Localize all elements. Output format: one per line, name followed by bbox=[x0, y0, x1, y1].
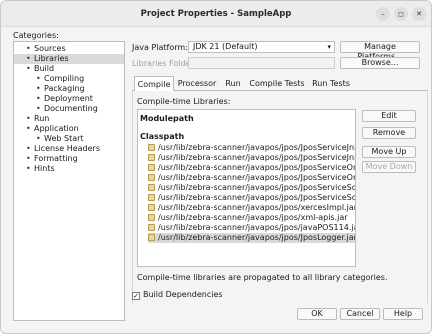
list-item[interactable]: /usr/lib/zebra-scanner/javapos/jpos/Jpos… bbox=[148, 193, 355, 203]
tab-bar: Compile Processor Run Compile Tests Run … bbox=[132, 76, 428, 92]
libraries-folder-label: Libraries Folder: bbox=[132, 59, 197, 68]
minimize-icon[interactable]: – bbox=[376, 7, 390, 21]
tree-item-packaging[interactable]: • Packaging bbox=[36, 84, 85, 94]
ok-button[interactable]: OK bbox=[297, 308, 337, 320]
tab-run[interactable]: Run bbox=[220, 76, 246, 91]
list-item[interactable]: /usr/lib/zebra-scanner/javapos/jpos/Jpos… bbox=[148, 173, 355, 183]
tree-bullet-icon: • bbox=[26, 44, 31, 53]
classpath-header: Classpath bbox=[140, 132, 185, 141]
compile-libraries-list[interactable]: Modulepath Classpath /usr/lib/zebra-scan… bbox=[137, 109, 356, 267]
tree-bullet-icon: • bbox=[36, 134, 41, 143]
tab-compile[interactable]: Compile bbox=[134, 76, 174, 92]
jar-file-icon bbox=[148, 194, 155, 201]
tab-run-tests[interactable]: Run Tests bbox=[308, 76, 354, 91]
tree-item-build[interactable]: • Build bbox=[26, 64, 54, 74]
tree-bullet-icon: • bbox=[26, 64, 31, 73]
tree-bullet-icon: • bbox=[36, 84, 41, 93]
tree-bullet-icon: • bbox=[36, 74, 41, 83]
jar-file-icon bbox=[148, 164, 155, 171]
tree-bullet-icon: • bbox=[26, 114, 31, 123]
cancel-button[interactable]: Cancel bbox=[340, 308, 380, 320]
tab-compile-tests[interactable]: Compile Tests bbox=[248, 76, 306, 91]
categories-tree[interactable]: • Sources • Libraries • Build • Compiling • P… bbox=[13, 41, 125, 321]
maximize-icon[interactable]: ◻ bbox=[394, 7, 408, 21]
jar-file-icon bbox=[148, 224, 155, 231]
tree-item-deployment[interactable]: • Deployment bbox=[36, 94, 93, 104]
list-item-selected[interactable]: /usr/lib/zebra-scanner/javapos/jpos/Jpos… bbox=[148, 233, 355, 243]
help-button[interactable]: Help bbox=[383, 308, 423, 320]
tree-item-license-headers[interactable]: • License Headers bbox=[26, 144, 100, 154]
window-title: Project Properties - SampleApp bbox=[140, 9, 292, 19]
tree-bullet-icon: • bbox=[26, 164, 31, 173]
jar-file-icon bbox=[148, 144, 155, 151]
list-item[interactable]: /usr/lib/zebra-scanner/javapos/jpos/xerc… bbox=[148, 203, 355, 213]
tree-bullet-icon: • bbox=[26, 124, 31, 133]
tree-bullet-icon: • bbox=[36, 104, 41, 113]
close-icon[interactable]: ✕ bbox=[412, 7, 426, 21]
tree-item-hints[interactable]: • Hints bbox=[26, 164, 55, 174]
build-dependencies-row[interactable]: ✓ Build Dependencies bbox=[132, 290, 223, 300]
tree-bullet-icon: • bbox=[26, 144, 31, 153]
list-item[interactable]: /usr/lib/zebra-scanner/javapos/jpos/Jpos… bbox=[148, 183, 355, 193]
project-properties-dialog: Project Properties - SampleApp – ◻ ✕ Cat… bbox=[0, 0, 432, 334]
jar-file-icon bbox=[148, 174, 155, 181]
tree-item-compiling[interactable]: • Compiling bbox=[36, 74, 84, 84]
list-item[interactable]: /usr/lib/zebra-scanner/javapos/jpos/Jpos… bbox=[148, 153, 355, 163]
tree-item-documenting[interactable]: • Documenting bbox=[36, 104, 98, 114]
chevron-down-icon: ▾ bbox=[327, 43, 331, 51]
jar-file-icon bbox=[148, 184, 155, 191]
list-item[interactable]: /usr/lib/zebra-scanner/javapos/jpos/java… bbox=[148, 223, 355, 233]
tree-bullet-icon: • bbox=[36, 94, 41, 103]
tree-item-formatting[interactable]: • Formatting bbox=[26, 154, 78, 164]
tree-item-application[interactable]: • Application bbox=[26, 124, 79, 134]
list-item[interactable]: /usr/lib/zebra-scanner/javapos/jpos/Jpos… bbox=[148, 143, 355, 153]
list-item[interactable]: /usr/lib/zebra-scanner/javapos/jpos/Jpos… bbox=[148, 163, 355, 173]
manage-platforms-button[interactable]: Manage Platforms... bbox=[340, 41, 420, 61]
title-bar: Project Properties - SampleApp – ◻ ✕ bbox=[1, 1, 431, 27]
jar-file-icon bbox=[148, 214, 155, 221]
move-down-button[interactable]: Move Down bbox=[362, 161, 416, 173]
list-item[interactable]: /usr/lib/zebra-scanner/javapos/jpos/xml-… bbox=[148, 213, 355, 223]
move-up-button[interactable]: Move Up bbox=[362, 146, 416, 158]
tab-processor[interactable]: Processor bbox=[176, 76, 218, 91]
compile-libraries-label: Compile-time Libraries: bbox=[137, 97, 231, 106]
java-platform-value: JDK 21 (Default) bbox=[193, 42, 258, 51]
tree-item-run[interactable]: • Run bbox=[26, 114, 49, 124]
remove-button[interactable]: Remove bbox=[362, 127, 416, 139]
jar-file-icon bbox=[148, 234, 155, 241]
jar-file-icon bbox=[148, 154, 155, 161]
tree-item-libraries[interactable]: • Libraries bbox=[14, 54, 124, 64]
tree-item-sources[interactable]: • Sources bbox=[26, 44, 66, 54]
browse-button[interactable]: Browse... bbox=[340, 57, 420, 69]
propagation-note: Compile-time libraries are propagated to… bbox=[137, 273, 388, 282]
java-platform-label: Java Platform: bbox=[132, 43, 188, 52]
edit-button[interactable]: Edit bbox=[362, 110, 416, 122]
jar-file-icon bbox=[148, 204, 155, 211]
tree-item-web-start[interactable]: • Web Start bbox=[36, 134, 84, 144]
categories-label: Categories: bbox=[13, 31, 59, 40]
tree-bullet-icon: • bbox=[26, 154, 31, 163]
java-platform-select[interactable]: JDK 21 (Default) ▾ bbox=[188, 41, 335, 53]
modulepath-header: Modulepath bbox=[140, 114, 194, 123]
build-dependencies-checkbox[interactable]: ✓ bbox=[132, 292, 140, 300]
libraries-folder-field bbox=[188, 57, 335, 69]
build-dependencies-label: Build Dependencies bbox=[143, 290, 223, 299]
tree-bullet-icon: • bbox=[26, 54, 31, 63]
